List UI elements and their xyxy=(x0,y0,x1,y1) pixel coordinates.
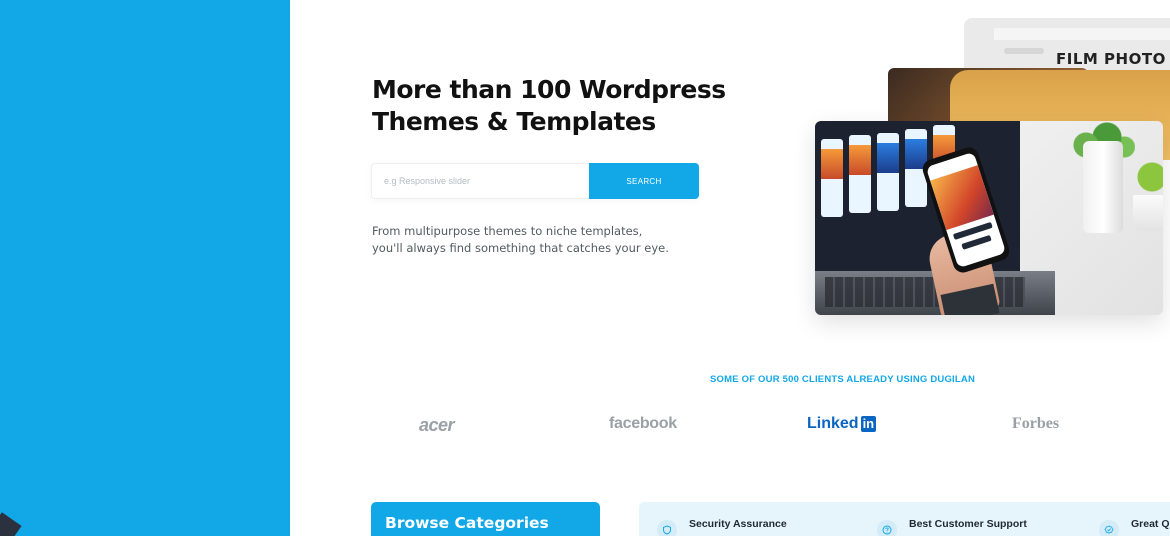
screen-preview-card xyxy=(877,133,899,211)
feature-label: Great Q xyxy=(1131,518,1170,530)
hero-title-line-2: Themes & Templates xyxy=(372,107,656,136)
cup-decoration xyxy=(1133,195,1163,231)
clients-heading: SOME OF OUR 500 CLIENTS ALREADY USING DU… xyxy=(710,374,975,385)
small-plant-decoration xyxy=(1137,147,1163,197)
hero-photo xyxy=(815,121,1163,315)
search-button[interactable]: SEARCH xyxy=(589,163,699,199)
feature-great-quality: Great Q xyxy=(1099,518,1170,536)
shield-icon xyxy=(657,520,677,536)
main-content: More than 100 Wordpress Themes & Templat… xyxy=(290,0,1170,536)
vase-decoration xyxy=(1083,141,1123,233)
browse-categories-title: Browse Categories xyxy=(385,514,549,532)
image-nav-bar xyxy=(994,28,1170,40)
feature-security-assurance: Security Assurance xyxy=(657,518,787,536)
badge-check-icon xyxy=(1099,520,1119,536)
corner-decoration xyxy=(0,512,22,536)
hero-description-line-1: From multipurpose themes to niche templa… xyxy=(372,224,643,238)
image-nav-links xyxy=(1004,48,1044,54)
acer-logo: acer xyxy=(419,415,455,435)
hero-title-line-1: More than 100 Wordpress xyxy=(372,75,726,104)
linkedin-logo-text: Linked xyxy=(807,415,859,432)
hero-title: More than 100 Wordpress Themes & Templat… xyxy=(372,74,772,138)
feature-label: Security Assurance xyxy=(689,518,787,530)
linkedin-logo: Linked in xyxy=(807,415,877,433)
browse-categories-card[interactable]: Browse Categories xyxy=(371,502,600,536)
film-photo-text: FILM PHOTO xyxy=(1056,50,1166,68)
hero-description: From multipurpose themes to niche templa… xyxy=(372,223,692,257)
forbes-logo: Forbes xyxy=(1012,415,1060,432)
feature-label: Best Customer Support xyxy=(909,518,1027,530)
linkedin-logo-box: in xyxy=(860,416,877,432)
screen-preview-card xyxy=(821,139,843,217)
search-form: SEARCH xyxy=(371,163,699,199)
hero-description-line-2: you'll always find something that catche… xyxy=(372,241,669,255)
facebook-logo: facebook xyxy=(609,415,677,432)
left-blue-panel xyxy=(0,0,290,536)
screen-preview-card xyxy=(849,135,871,213)
features-bar: Security Assurance Best Customer Support… xyxy=(639,502,1170,536)
search-input[interactable] xyxy=(372,164,590,198)
help-circle-icon xyxy=(877,520,897,536)
feature-best-customer-support: Best Customer Support xyxy=(877,518,1027,536)
